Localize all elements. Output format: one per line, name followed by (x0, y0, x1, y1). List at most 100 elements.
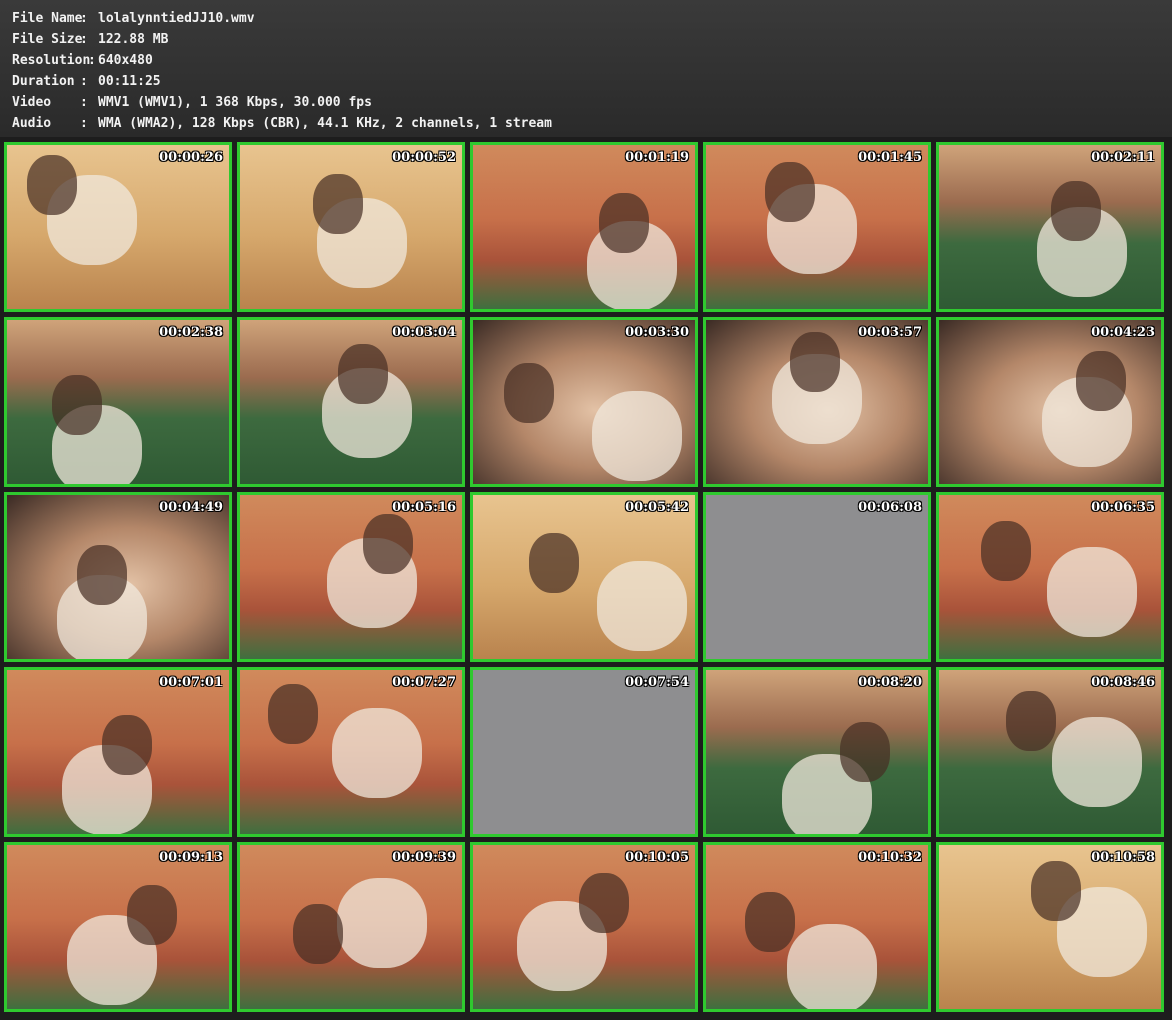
thumbnail-frame-image (7, 670, 229, 834)
thumbnail-timestamp: 00:10:05 (625, 850, 689, 865)
figure-shape (332, 708, 422, 798)
thumbnail-frame-image (706, 845, 928, 1009)
info-label: Resolution (12, 53, 91, 68)
thumbnail-timestamp: 00:05:42 (625, 500, 689, 515)
info-value-file-name: lolalynntiedJJ10.wmv (98, 11, 255, 26)
figure-shape (338, 344, 388, 404)
figure-shape (597, 561, 687, 651)
info-separator: : (80, 11, 88, 26)
figure-shape (77, 545, 127, 605)
info-value-duration: 00:11:25 (98, 74, 161, 89)
video-thumbnail[interactable]: 00:08:46 (936, 667, 1164, 837)
figure-shape (1047, 547, 1137, 637)
video-thumbnail[interactable]: 00:02:38 (4, 317, 232, 487)
video-thumbnail[interactable]: 00:10:05 (470, 842, 698, 1012)
info-separator: : (80, 95, 88, 110)
figure-shape (787, 924, 877, 1009)
figure-shape (504, 363, 554, 423)
info-value-video: WMV1 (WMV1), 1 368 Kbps, 30.000 fps (98, 95, 372, 110)
thumbnail-frame-image (706, 495, 928, 659)
figure-shape (1051, 181, 1101, 241)
figure-shape (765, 162, 815, 222)
figure-shape (840, 722, 890, 782)
thumbnail-timestamp: 00:10:32 (858, 850, 922, 865)
thumbnail-frame-image (706, 670, 928, 834)
info-value-audio: WMA (WMA2), 128 Kbps (CBR), 44.1 KHz, 2 … (98, 116, 552, 131)
thumbnail-timestamp: 00:02:38 (159, 325, 223, 340)
figure-shape (127, 885, 177, 945)
figure-shape (102, 715, 152, 775)
thumbnail-frame-image (939, 145, 1161, 309)
video-thumbnail[interactable]: 00:10:32 (703, 842, 931, 1012)
video-thumbnail[interactable]: 00:05:42 (470, 492, 698, 662)
video-thumbnail[interactable]: 00:03:30 (470, 317, 698, 487)
video-thumbnail[interactable]: 00:07:01 (4, 667, 232, 837)
thumbnail-frame-image (7, 145, 229, 309)
thumbnail-frame-image (939, 320, 1161, 484)
video-thumbnail[interactable]: 00:03:57 (703, 317, 931, 487)
video-thumbnail[interactable]: 00:00:52 (237, 142, 465, 312)
figure-shape (579, 873, 629, 933)
thumbnail-frame-image (473, 670, 695, 834)
figure-shape (268, 684, 318, 744)
thumbnail-frame-image (240, 320, 462, 484)
figure-shape (1006, 691, 1056, 751)
video-thumbnail[interactable]: 00:06:08 (703, 492, 931, 662)
thumbnail-timestamp: 00:08:20 (858, 675, 922, 690)
thumbnail-frame-image (7, 320, 229, 484)
figure-shape (529, 533, 579, 593)
thumbnail-timestamp: 00:03:04 (392, 325, 456, 340)
figure-shape (293, 904, 343, 964)
thumbnail-timestamp: 00:04:23 (1091, 325, 1155, 340)
video-thumbnail[interactable]: 00:04:23 (936, 317, 1164, 487)
thumbnail-frame-image (240, 845, 462, 1009)
video-thumbnail[interactable]: 00:07:27 (237, 667, 465, 837)
thumbnail-timestamp: 00:10:58 (1091, 850, 1155, 865)
figure-shape (790, 332, 840, 392)
thumbnail-grid: 00:00:26 00:00:52 00:01:19 00:01:45 00:02:11… (4, 142, 1164, 1012)
info-separator: : (80, 32, 88, 47)
thumbnail-frame-image (939, 670, 1161, 834)
figure-shape (1052, 717, 1142, 807)
thumbnail-frame-image (706, 145, 928, 309)
thumbnail-timestamp: 00:04:49 (159, 500, 223, 515)
thumbnail-grid-panel: 00:00:26 00:00:52 00:01:19 00:01:45 00:02:11… (0, 137, 1172, 1020)
figure-shape (981, 521, 1031, 581)
thumbnail-frame-image (240, 670, 462, 834)
figure-shape (27, 155, 77, 215)
figure-shape (1031, 861, 1081, 921)
thumbnail-frame-image (7, 495, 229, 659)
thumbnail-frame-image (7, 845, 229, 1009)
thumbnail-timestamp: 00:07:27 (392, 675, 456, 690)
video-thumbnail[interactable]: 00:02:11 (936, 142, 1164, 312)
figure-shape (363, 514, 413, 574)
info-value-resolution: 640x480 (98, 53, 153, 68)
figure-shape (313, 174, 363, 234)
thumbnail-timestamp: 00:06:08 (858, 500, 922, 515)
figure-shape (52, 375, 102, 435)
figure-shape (745, 892, 795, 952)
video-thumbnail[interactable]: 00:09:13 (4, 842, 232, 1012)
video-thumbnail[interactable]: 00:01:45 (703, 142, 931, 312)
video-thumbnail[interactable]: 00:05:16 (237, 492, 465, 662)
video-thumbnail[interactable]: 00:09:39 (237, 842, 465, 1012)
thumbnail-frame-image (240, 145, 462, 309)
video-thumbnail[interactable]: 00:08:20 (703, 667, 931, 837)
thumbnail-frame-image (473, 320, 695, 484)
video-thumbnail[interactable]: 00:00:26 (4, 142, 232, 312)
video-thumbnail[interactable]: 00:04:49 (4, 492, 232, 662)
figure-shape (337, 878, 427, 968)
thumbnail-timestamp: 00:00:26 (159, 150, 223, 165)
figure-shape (599, 193, 649, 253)
thumbnail-frame-image (240, 495, 462, 659)
video-thumbnail[interactable]: 00:07:54 (470, 667, 698, 837)
video-thumbnail[interactable]: 00:06:35 (936, 492, 1164, 662)
video-thumbnail[interactable]: 00:10:58 (936, 842, 1164, 1012)
thumbnail-timestamp: 00:03:30 (625, 325, 689, 340)
video-thumbnail[interactable]: 00:01:19 (470, 142, 698, 312)
info-separator: : (80, 116, 88, 131)
video-thumbnail[interactable]: 00:03:04 (237, 317, 465, 487)
thumbnail-frame-image (939, 495, 1161, 659)
thumbnail-timestamp: 00:03:57 (858, 325, 922, 340)
thumbnail-timestamp: 00:06:35 (1091, 500, 1155, 515)
